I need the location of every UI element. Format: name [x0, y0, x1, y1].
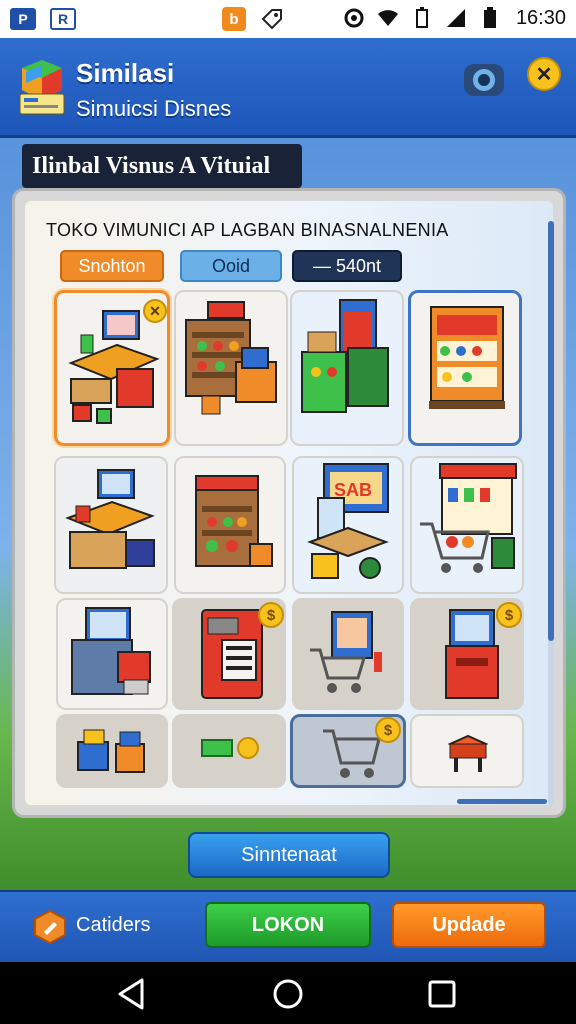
app-logo-icon [19, 60, 65, 115]
battery-icon [478, 6, 502, 30]
store-tile[interactable] [410, 456, 524, 594]
market-stall-icon [195, 475, 273, 567]
store-tile[interactable] [54, 456, 168, 594]
store-tile[interactable]: ✕ [54, 290, 170, 446]
filter-button-3[interactable]: — 540nt [292, 250, 402, 282]
store-tile[interactable] [174, 456, 286, 594]
sync-icon [342, 6, 366, 30]
store-tile[interactable]: SAB [292, 456, 404, 594]
notification-icon: b [222, 7, 246, 31]
cash-icon [201, 737, 259, 759]
cart-sign-icon [310, 611, 382, 693]
confirm-button[interactable]: Sinntenaat [188, 832, 390, 878]
clock: 16:30 [515, 6, 566, 29]
grocery-shelf-icon [429, 306, 505, 409]
battery-small-icon [410, 6, 434, 30]
store-tile[interactable]: $ [290, 714, 406, 788]
store-tile[interactable] [290, 290, 404, 446]
tag-icon [260, 7, 284, 31]
remove-badge-icon[interactable]: ✕ [143, 299, 167, 323]
store-tile[interactable]: $ [172, 598, 286, 710]
categories-label[interactable]: Catiders [76, 914, 150, 937]
kiosk-icon [301, 299, 389, 413]
filter-button-1[interactable]: Snohton [60, 250, 164, 282]
panel-heading: TOKO VIMUNICI AP LAGBAN BINASNALNENIA [46, 220, 449, 240]
coin-icon: $ [258, 602, 284, 628]
scrollbar[interactable] [548, 221, 554, 805]
computer-stand-icon [71, 607, 151, 695]
scrollbar-thumb[interactable] [548, 221, 554, 641]
app-p-icon: P [10, 8, 36, 30]
coin-icon: $ [375, 717, 401, 743]
computer-desk-icon [65, 469, 155, 569]
cart-shelf-icon [420, 463, 517, 573]
sale-booth-icon: SAB [307, 463, 389, 579]
horizontal-scrollbar[interactable] [457, 799, 547, 804]
lokon-button[interactable]: LOKON [205, 902, 371, 948]
home-icon[interactable] [270, 976, 306, 1012]
store-tile[interactable] [408, 290, 522, 446]
store-tile[interactable] [174, 290, 288, 446]
filter-button-2[interactable]: Ooid [180, 250, 282, 282]
shelf-counter-icon [185, 301, 277, 415]
camera-icon[interactable] [462, 60, 506, 100]
store-tile[interactable] [410, 714, 524, 788]
back-icon[interactable] [114, 976, 150, 1012]
wifi-icon [376, 6, 400, 30]
status-bar: P R b 16:30 [0, 0, 576, 38]
categories-icon[interactable] [34, 910, 66, 944]
store-tile[interactable] [292, 598, 404, 710]
stool-icon [447, 734, 489, 772]
app-subtitle: Simuicsi Disnes [76, 96, 232, 121]
recents-icon[interactable] [424, 976, 460, 1012]
page-banner: Ilinbal Visnus A Vituial [22, 144, 302, 188]
close-button[interactable]: ✕ [527, 57, 561, 91]
update-button[interactable]: Updade [392, 902, 546, 948]
signal-icon [444, 6, 468, 30]
coin-icon: $ [496, 602, 522, 628]
store-tile[interactable] [56, 714, 168, 788]
app-title: Similasi [76, 58, 175, 88]
boxes-icon [77, 729, 145, 773]
store-tile[interactable] [56, 598, 168, 710]
store-tile[interactable]: $ [410, 598, 524, 710]
store-tile[interactable] [172, 714, 286, 788]
app-r-icon: R [50, 8, 76, 30]
